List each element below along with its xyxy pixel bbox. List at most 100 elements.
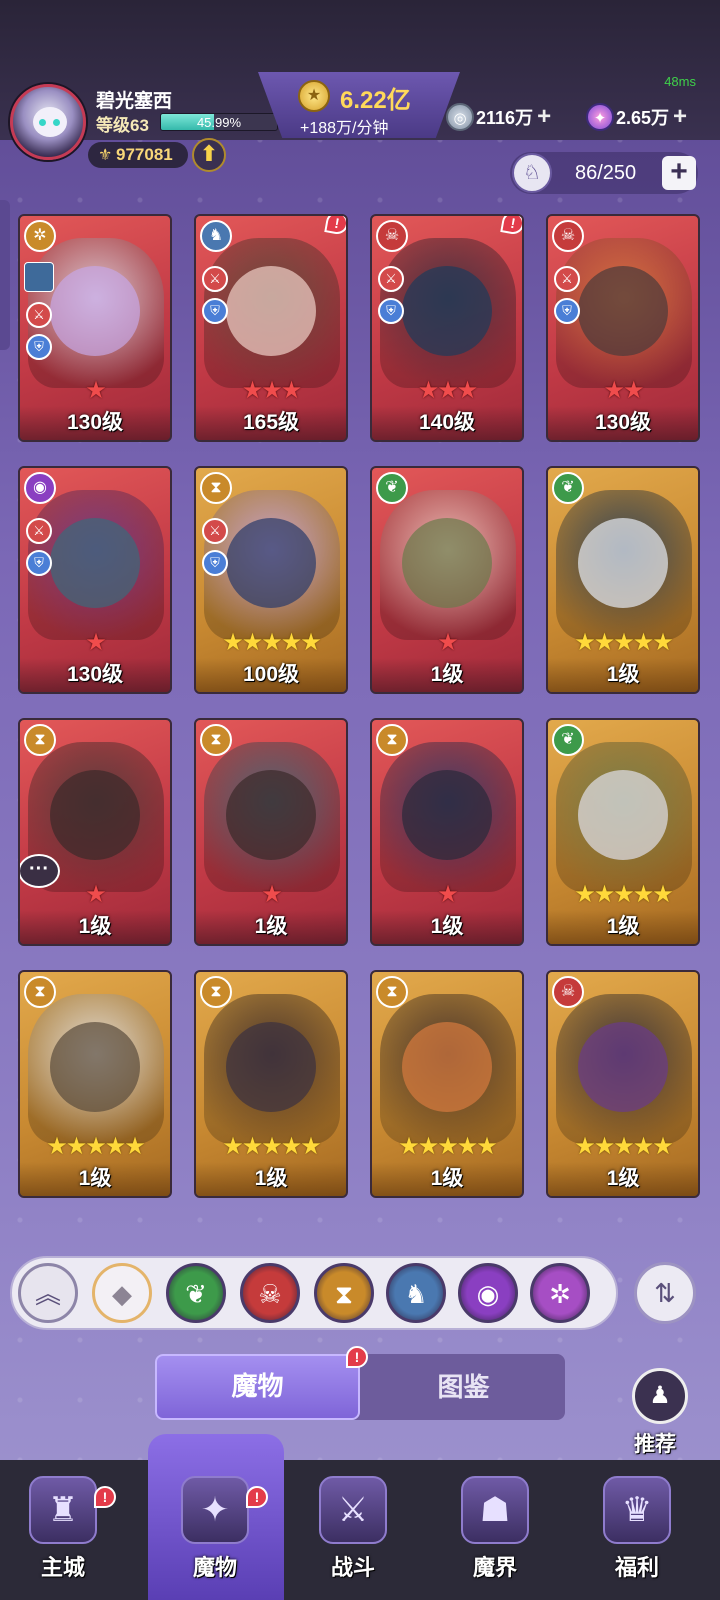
monster-card[interactable]: ♞ ⚔ ⛨! ★★★ 165级 <box>194 214 348 442</box>
demon-faction-icon: ☠ <box>552 976 584 1008</box>
monster-card[interactable]: ❦ ★★★★★ 1级 <box>546 718 700 946</box>
sword-badge-icon: ⚔ <box>202 518 228 544</box>
hourglass-faction-icon: ⧗ <box>24 724 56 756</box>
monster-level: 130级 <box>594 411 652 434</box>
sword-badge-icon: ⚔ <box>26 518 52 544</box>
player-name: 碧光塞西 <box>96 91 173 112</box>
monster-portrait-detail <box>402 518 492 608</box>
collapse-up-icon[interactable]: ︽ <box>18 1263 78 1323</box>
monster-level: 1级 <box>430 1167 464 1190</box>
shield-badge-icon: ⛨ <box>378 298 404 324</box>
monster-portrait-detail <box>50 518 140 608</box>
capacity-value: 86/250 <box>575 162 637 184</box>
monster-card[interactable]: ◉ ⚔ ⛨ ★ 130级 <box>18 466 172 694</box>
monster-portrait-detail <box>226 770 316 860</box>
sword-badge-icon: ⚔ <box>378 266 404 292</box>
capacity-add-button[interactable]: + <box>662 156 696 190</box>
star-rating: ★★ <box>603 377 644 404</box>
monster-card[interactable]: ❦ ★★★★★ 1级 <box>546 466 700 694</box>
leaf-faction-filter-icon[interactable]: ❦ <box>166 1263 226 1323</box>
treasure-chest-icon: ♛ <box>603 1476 671 1544</box>
shield-badge-icon: ⛨ <box>202 298 228 324</box>
hourglass-faction-icon: ⧗ <box>24 976 56 1008</box>
player-level: 等级63 <box>96 116 149 135</box>
nav-item-demon-gate[interactable]: ☗ 魔界 <box>440 1476 550 1600</box>
monster-capacity-icon: ♘ <box>512 153 552 193</box>
star-rating: ★ <box>85 881 107 908</box>
monster-portrait-detail <box>402 770 492 860</box>
star-rating: ★★★★★ <box>574 629 674 656</box>
demon-faction-filter-icon[interactable]: ☠ <box>240 1263 300 1323</box>
sword-badge-icon: ⚔ <box>554 266 580 292</box>
monster-portrait-detail <box>226 518 316 608</box>
tab-codex[interactable]: 图鉴 <box>362 1354 565 1420</box>
star-rating: ★★★★★ <box>574 1133 674 1160</box>
monster-level: 100级 <box>242 663 300 686</box>
nav-item-sword-shield[interactable]: ⚔ 战斗 <box>298 1476 408 1600</box>
gold-amount: 6.22亿 <box>340 87 411 114</box>
silver-value: 2116万 <box>476 108 534 128</box>
player-avatar[interactable] <box>10 84 86 160</box>
star-rating: ★ <box>437 881 459 908</box>
side-drawer-tab[interactable] <box>0 200 10 350</box>
gold-rate: +188万/分钟 <box>300 120 389 137</box>
dragon-faction-icon: ♞ <box>200 220 232 252</box>
nav-alert-icon: ! <box>246 1486 268 1508</box>
monster-level: 130级 <box>66 411 124 434</box>
monster-level: 1级 <box>606 915 640 938</box>
demon-faction-icon: ☠ <box>376 220 408 252</box>
xp-bar: 45.99% <box>160 113 278 131</box>
nav-label: 魔界 <box>472 1555 517 1580</box>
monster-portrait-detail <box>50 266 140 356</box>
monster-card[interactable]: ⧗ ⚔ ⛨ ★★★★★ 100级 <box>194 466 348 694</box>
monster-level: 1级 <box>606 1167 640 1190</box>
silver-add-button[interactable]: + <box>537 103 551 131</box>
monster-grid: ✲ ⚔ ⛨ ★ 130级 ♞ ⚔ ⛨! ★★★ 165级 ☠ ⚔ ⛨! ★★★ 140级 ☠ ⚔ ⛨ ★★ 130级 ◉… <box>18 214 702 1198</box>
hourglass-faction-icon: ⧗ <box>200 472 232 504</box>
hourglass-faction-icon: ⧗ <box>376 976 408 1008</box>
monster-card[interactable]: ✲ ⚔ ⛨ ★ 130级 <box>18 214 172 442</box>
recommend-icon[interactable]: ♟ <box>632 1368 688 1424</box>
dragon-faction-filter-icon[interactable]: ♞ <box>386 1263 446 1323</box>
monster-card[interactable]: ⧗ ★★★★★ 1级 <box>370 970 524 1198</box>
gem-add-button[interactable]: + <box>673 103 687 131</box>
recommend-label[interactable]: 推荐 <box>634 1428 676 1458</box>
monster-card[interactable]: ☠ ⚔ ⛨ ★★ 130级 <box>546 214 700 442</box>
star-rating: ★ <box>85 629 107 656</box>
swirl-faction-icon: ✲ <box>24 220 56 252</box>
tab-monsters[interactable]: 魔物 <box>155 1354 360 1420</box>
monster-card[interactable]: ⧗ ★ 1级 <box>194 718 348 946</box>
star-rating: ★ <box>261 881 283 908</box>
monster-card[interactable]: ☠ ⚔ ⛨! ★★★ 140级 <box>370 214 524 442</box>
silver-resource[interactable]: ◎ 2116万 + <box>446 102 551 132</box>
monster-portrait-detail <box>402 1022 492 1112</box>
monster-level: 140级 <box>418 411 476 434</box>
leaf-faction-icon: ❦ <box>552 724 584 756</box>
star-gem-icon: ✦ <box>586 103 614 131</box>
monster-portrait-detail <box>226 266 316 356</box>
power-upgrade-button[interactable]: ⬆ <box>192 138 226 172</box>
monster-card[interactable]: ❦ ★ 1级 <box>370 466 524 694</box>
monster-card[interactable]: ⧗ ★★★★★ 1级 <box>194 970 348 1198</box>
xp-percent: 45.99% <box>196 115 242 130</box>
star-rating: ★★★ <box>417 377 479 404</box>
all-factions-icon[interactable]: ◆ <box>92 1263 152 1323</box>
star-rating: ★★★★★ <box>222 1133 322 1160</box>
nav-item-treasure-chest[interactable]: ♛ 福利 <box>582 1476 692 1600</box>
monster-card[interactable]: ☠ ★★★★★ 1级 <box>546 970 700 1198</box>
monster-card[interactable]: ⧗ ··· ★ 1级 <box>18 718 172 946</box>
shield-badge-icon: ⛨ <box>26 334 52 360</box>
star-rating: ★★★★★ <box>574 881 674 908</box>
gem-resource[interactable]: ✦ 2.65万 + <box>586 102 687 132</box>
monster-card[interactable]: ⧗ ★ 1级 <box>370 718 524 946</box>
star-rating: ★★★★★ <box>46 1133 146 1160</box>
monster-card[interactable]: ⧗ ★★★★★ 1级 <box>18 970 172 1198</box>
hourglass-faction-filter-icon[interactable]: ⧗ <box>314 1263 374 1323</box>
monster-portrait-detail <box>578 518 668 608</box>
nav-label: 魔物 <box>192 1555 237 1580</box>
swirl-faction-filter-icon[interactable]: ✲ <box>530 1263 590 1323</box>
eye-faction-filter-icon[interactable]: ◉ <box>458 1263 518 1323</box>
sort-button[interactable]: ⇅ <box>634 1262 696 1324</box>
shield-badge-icon: ⛨ <box>26 550 52 576</box>
silver-coin-icon: ◎ <box>446 103 474 131</box>
